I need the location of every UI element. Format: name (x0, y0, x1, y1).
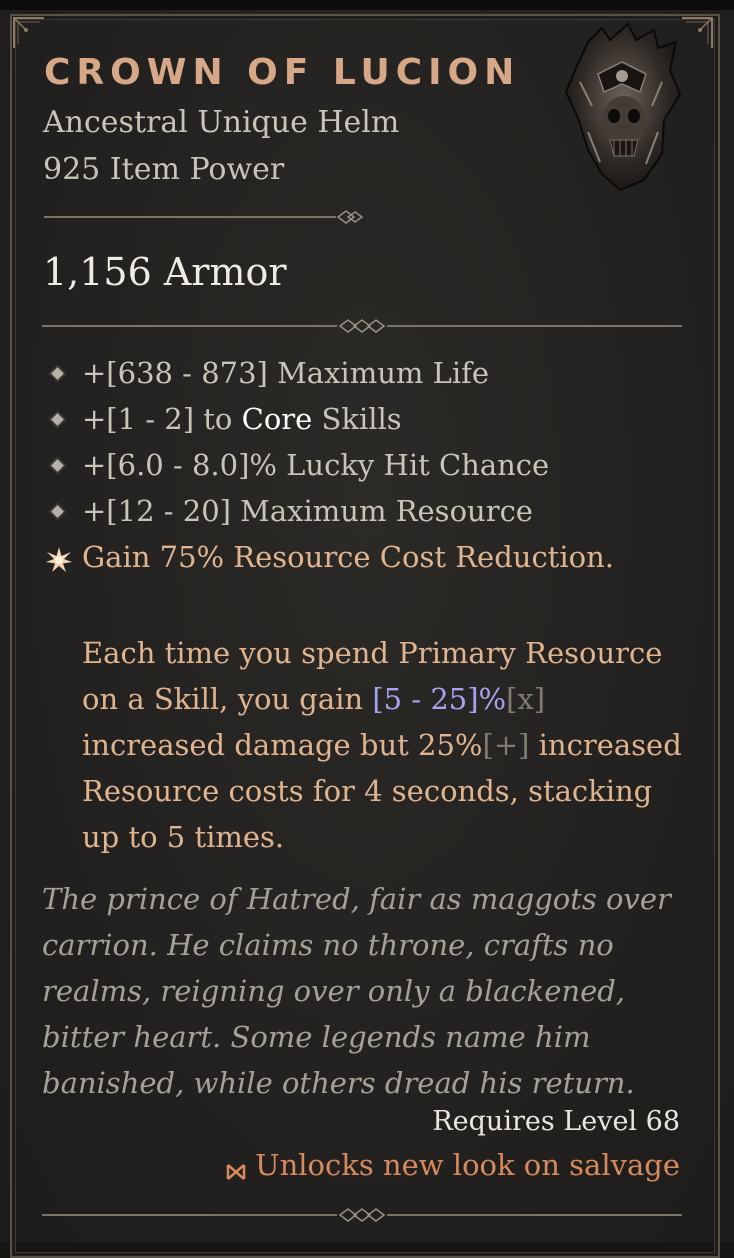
unique-affix: Gain 75% Resource Cost Reduction. (82, 540, 614, 574)
additive-tag: [+] (482, 728, 530, 762)
salvage-transmog-note[interactable]: Unlocks new look on salvage (225, 1148, 680, 1182)
diamond-bullet-icon (51, 413, 64, 426)
divider-full (42, 319, 682, 333)
affix-text-suffix: Skills (312, 402, 402, 436)
corner-ornament-icon (680, 16, 714, 50)
affix-text: +[1 - 2] to (82, 402, 242, 436)
divider-bottom (42, 1208, 682, 1222)
salvage-text: Unlocks new look on salvage (255, 1148, 680, 1182)
helm-icon (558, 22, 684, 192)
item-power: 925 Item Power (43, 152, 285, 187)
armor-value: 1,156 Armor (43, 250, 287, 294)
multiplicative-tag: [x] (506, 682, 546, 716)
flavor-text: The prince of Hatred, fair as maggots ov… (42, 882, 671, 1100)
affix-text: +[12 - 20] Maximum Resource (82, 494, 533, 528)
unique-power-description: Each time you spend Primary Resource on … (82, 630, 692, 860)
item-type: Ancestral Unique Helm (43, 105, 400, 140)
diamond-bullet-icon (51, 367, 64, 380)
diamond-bullet-icon (51, 459, 64, 472)
level-requirement: Requires Level 68 (432, 1106, 680, 1137)
transmog-icon (225, 1156, 247, 1180)
affix-highlight: Core (241, 402, 313, 436)
item-tooltip: CROWN OF LUCION Ancestral Unique Helm 92… (0, 0, 734, 1258)
affix-text: +[6.0 - 8.0]% Lucky Hit Chance (82, 448, 550, 482)
divider-short (44, 210, 364, 224)
corner-ornament-icon (12, 16, 46, 50)
affix-text: +[638 - 873] Maximum Life (82, 356, 490, 390)
diamond-bullet-icon (51, 505, 64, 518)
unique-range: [5 - 25]% (372, 682, 507, 716)
unique-desc-part: increased damage but 25% (82, 728, 483, 762)
top-strip (0, 0, 734, 10)
item-name: CROWN OF LUCION (44, 52, 521, 93)
unique-star-icon (45, 546, 73, 574)
